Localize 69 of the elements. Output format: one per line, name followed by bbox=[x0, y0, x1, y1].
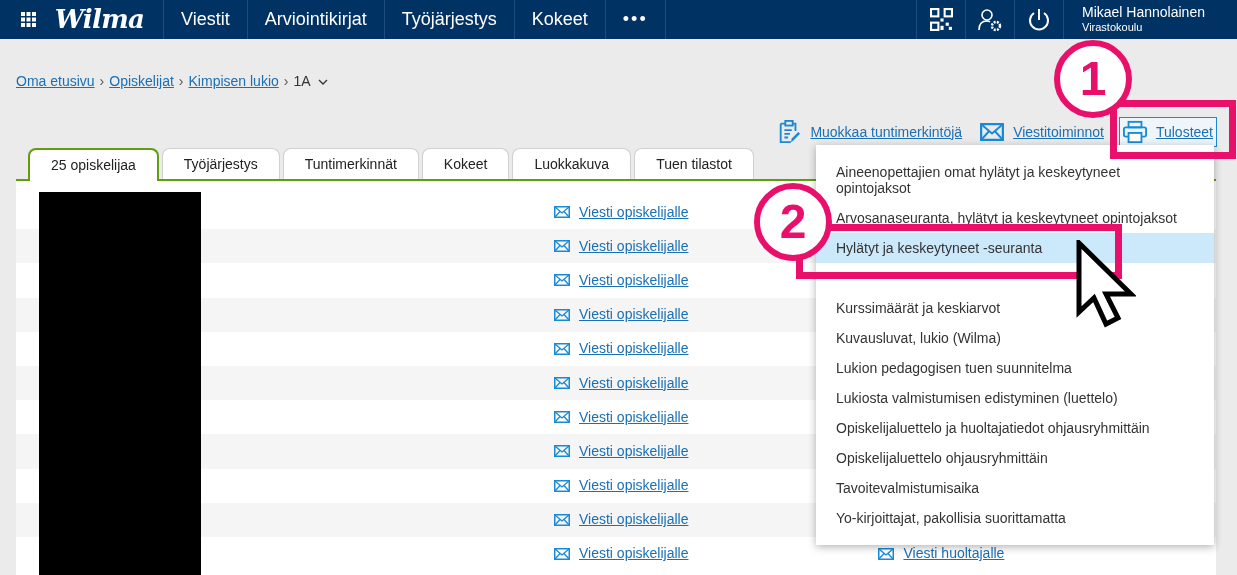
tab[interactable]: Luokkakuva bbox=[512, 148, 632, 179]
chevron-down-icon[interactable] bbox=[317, 78, 328, 85]
user-name: Mikael Hannolainen bbox=[1082, 3, 1205, 22]
power-icon[interactable] bbox=[1027, 7, 1051, 32]
action-link[interactable]: Muokkaa tuntimerkintöjä bbox=[774, 117, 966, 147]
menu-item[interactable]: Tavoitevalmistumisaika bbox=[836, 480, 1194, 496]
message-guardian-link[interactable]: Viesti huoltajalle bbox=[878, 543, 1005, 565]
tab[interactable]: Tuntimerkinnät bbox=[282, 148, 419, 179]
nav-item[interactable]: Työjärjestys bbox=[384, 0, 515, 39]
mail-icon bbox=[980, 123, 1005, 141]
action-link[interactable]: Tulosteet bbox=[1118, 117, 1217, 147]
nav-item[interactable]: Arviointikirjat bbox=[247, 0, 385, 39]
mail-icon bbox=[554, 547, 570, 560]
message-student-link[interactable]: Viesti opiskelijalle bbox=[554, 509, 689, 531]
message-student-link[interactable]: Viesti opiskelijalle bbox=[554, 440, 689, 462]
tab[interactable]: Työjärjestys bbox=[161, 148, 280, 179]
message-student-link[interactable]: Viesti opiskelijalle bbox=[554, 304, 689, 326]
mail-icon bbox=[554, 513, 570, 526]
mail-icon bbox=[554, 342, 570, 355]
nav-item[interactable]: Kokeet bbox=[514, 0, 606, 39]
school-name: Virastokoulu bbox=[1082, 21, 1144, 36]
breadcrumb-separator: › bbox=[283, 72, 289, 91]
tab[interactable]: 25 opiskelijaa bbox=[28, 148, 159, 181]
current-group: 1A bbox=[293, 71, 311, 92]
mail-icon bbox=[554, 411, 570, 424]
tab[interactable]: Tuen tilastot bbox=[634, 148, 754, 179]
menu-item[interactable]: Aineenopettajien omat hylätyt ja keskeytyneet opintojaksot bbox=[836, 164, 1194, 196]
mouse-cursor-icon bbox=[1076, 240, 1136, 328]
menu-item[interactable]: Lukion pedagogisen tuen suunnitelma bbox=[836, 360, 1194, 376]
menu-item[interactable]: Yo-kirjoittajat, pakollisia suorittamatta bbox=[836, 510, 1194, 526]
breadcrumb-link[interactable]: Opiskelijat bbox=[109, 71, 174, 92]
mail-icon bbox=[554, 308, 570, 321]
breadcrumb-separator: › bbox=[99, 72, 105, 91]
message-student-link[interactable]: Viesti opiskelijalle bbox=[554, 338, 689, 360]
message-student-link[interactable]: Viesti opiskelijalle bbox=[554, 406, 689, 428]
menu-item[interactable]: Lukiosta valmistumisen edistyminen (luettelo) bbox=[836, 390, 1194, 406]
mail-icon bbox=[554, 479, 570, 492]
user-menu[interactable]: Mikael Hannolainen Virastokoulu bbox=[1063, 0, 1237, 39]
message-student-link[interactable]: Viesti opiskelijalle bbox=[554, 269, 689, 291]
menu-item[interactable]: Opiskelijaluettelo ohjausryhmittäin bbox=[836, 450, 1194, 466]
tab[interactable]: Kokeet bbox=[421, 148, 510, 179]
message-student-link[interactable]: Viesti opiskelijalle bbox=[554, 475, 689, 497]
qr-code-icon[interactable] bbox=[929, 8, 953, 31]
menu-item[interactable]: Opiskelijaluettelo ja huoltajatiedot ohjausryhmittäin bbox=[836, 420, 1194, 436]
clipboard-pencil-icon bbox=[777, 120, 802, 144]
message-student-link[interactable]: Viesti opiskelijalle bbox=[554, 543, 689, 565]
message-student-link[interactable]: Viesti opiskelijalle bbox=[554, 235, 689, 257]
action-link[interactable]: Viestitoiminnot bbox=[977, 117, 1107, 147]
message-student-link[interactable]: Viesti opiskelijalle bbox=[554, 372, 689, 394]
breadcrumb-separator: › bbox=[178, 72, 184, 91]
mail-icon bbox=[554, 240, 570, 253]
mail-icon bbox=[554, 377, 570, 390]
menu-item[interactable]: Kurssimäärät ja keskiarvot bbox=[836, 300, 1194, 316]
nav-item[interactable]: ••• bbox=[605, 0, 666, 39]
menu-item[interactable]: Hylätyt ja keskeytyneet -seuranta bbox=[816, 233, 1214, 263]
nav-item[interactable]: Viestit bbox=[164, 0, 248, 39]
wilma-logo[interactable]: Wilma bbox=[54, 0, 145, 39]
mail-icon bbox=[554, 206, 570, 219]
mail-icon bbox=[554, 445, 570, 458]
menu-item[interactable]: Kuvausluvat, lukio (Wilma) bbox=[836, 330, 1194, 346]
user-gear-icon[interactable] bbox=[978, 7, 1002, 32]
breadcrumb-link[interactable]: Oma etusivu bbox=[16, 71, 95, 92]
breadcrumb-link[interactable]: Kimpisen lukio bbox=[188, 71, 279, 92]
message-student-link[interactable]: Viesti opiskelijalle bbox=[554, 201, 689, 223]
printer-icon bbox=[1122, 120, 1147, 144]
mail-icon bbox=[878, 547, 895, 560]
grid-menu-icon[interactable] bbox=[21, 12, 36, 27]
step-marker: 1 bbox=[1054, 40, 1132, 118]
mail-icon bbox=[554, 274, 570, 287]
